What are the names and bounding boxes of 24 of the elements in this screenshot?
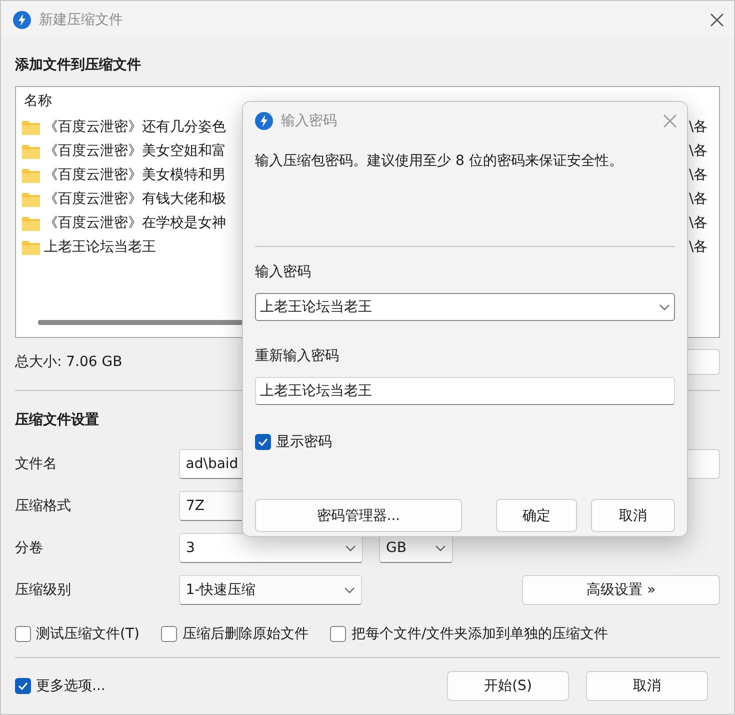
file-name: 上老王论坛当老王 [44,238,156,256]
file-name: 《百度云泄密》还有几分姿色 [44,118,226,136]
file-name: 《百度云泄密》有钱大佬和极 [44,190,226,208]
table-cell-text: \各 [689,214,709,232]
table-cell-text: \各 [689,166,709,184]
dialog-title: 输入密码 [281,112,338,130]
field-label: 输入密码 [255,263,312,281]
field-label: 压缩级别 [15,581,72,599]
section-heading: 压缩文件设置 [15,411,99,429]
table-cell-text: \各 [689,238,709,256]
table-cell-text: \各 [689,142,709,160]
table-cell-text: \各 [689,190,709,208]
section-heading: 添加文件到压缩文件 [15,56,141,74]
total-size: 总大小: 7.06 GB [15,353,122,371]
file-name: 《百度云泄密》在学校是女神 [44,214,226,232]
table-cell-text: \各 [689,118,709,136]
field-label: 文件名 [15,455,58,473]
field-label: 压缩格式 [15,497,72,515]
dialog-description: 输入压缩包密码。建议使用至少 8 位的密码来保证安全性。 [255,152,623,170]
field-label: 重新输入密码 [255,347,340,365]
window-title: 新建压缩文件 [39,10,124,28]
field-label: 分卷 [15,539,44,557]
file-name: 《百度云泄密》美女空姐和富 [44,142,226,160]
file-name: 《百度云泄密》美女模特和男 [44,166,226,184]
